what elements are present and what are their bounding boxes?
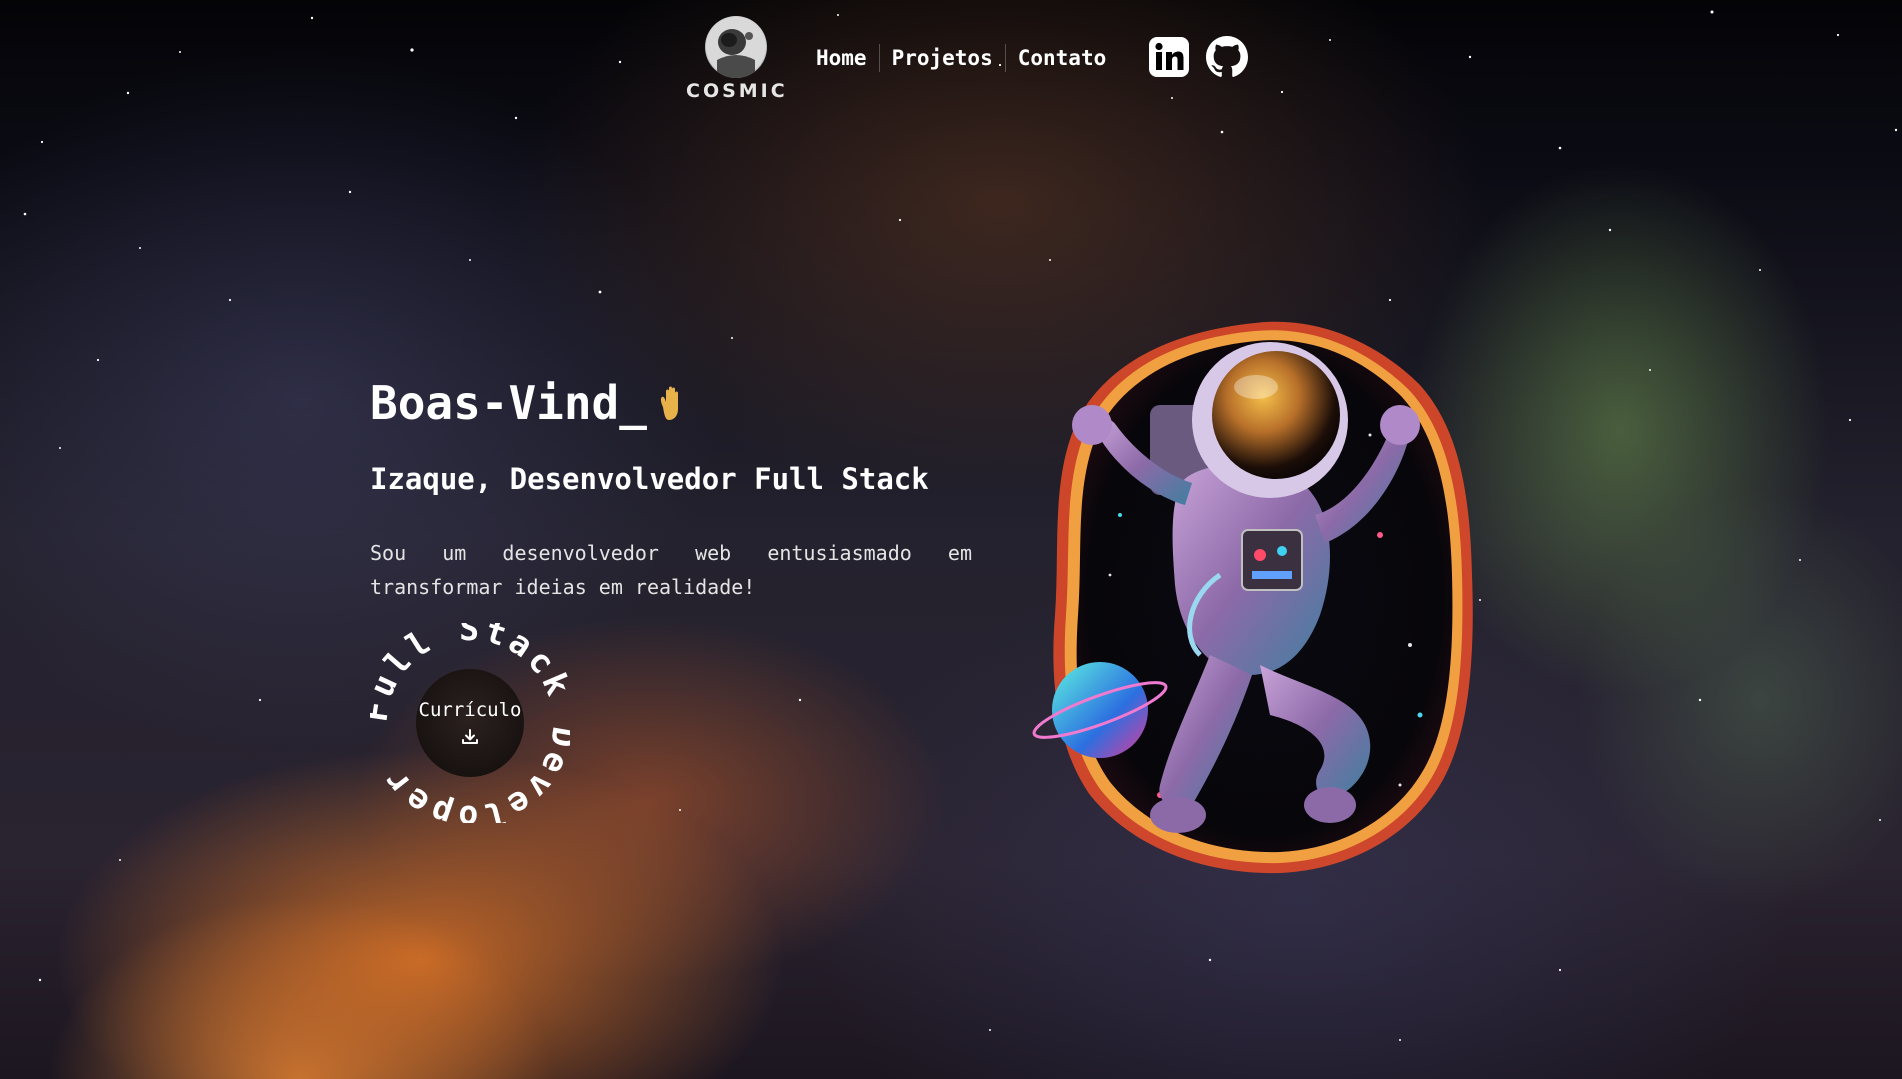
curriculum-label: Currículo — [418, 699, 522, 721]
nav-contato[interactable]: Contato — [1006, 43, 1119, 73]
linkedin-icon — [1149, 37, 1189, 77]
download-icon — [462, 729, 478, 744]
hero-description: Sou um desenvolvedor web entusiasmado em… — [370, 541, 972, 599]
curriculum-download-button[interactable]: Currículo — [416, 669, 524, 777]
github-link[interactable] — [1206, 36, 1248, 78]
logo-text: COSMIC — [686, 80, 788, 102]
curriculum-badge: Full Stack Developer Currículo — [370, 623, 570, 823]
hero-greeting: Boas-Vind_ — [370, 376, 689, 430]
waving-hand-icon — [660, 386, 678, 420]
hero-subtitle: Izaque, Desenvolvedor Full Stack — [370, 462, 929, 496]
social-links — [1148, 36, 1248, 78]
linkedin-link[interactable] — [1148, 36, 1190, 78]
nav-home[interactable]: Home — [804, 43, 879, 73]
nav-projetos[interactable]: Projetos — [880, 43, 1005, 73]
site-header: COSMIC Home Projetos Contato — [0, 0, 1902, 120]
greeting-text: Boas-Vind_ — [370, 376, 647, 430]
astronaut-logo-icon — [705, 16, 767, 78]
cosmic-logo[interactable]: COSMIC — [686, 16, 786, 108]
astronaut-illustration — [1032, 321, 1473, 874]
github-icon — [1206, 36, 1248, 77]
main-nav: Home Projetos Contato — [804, 40, 1118, 76]
page: COSMIC Home Projetos Contato Boas-Vind_ … — [0, 0, 1902, 1079]
